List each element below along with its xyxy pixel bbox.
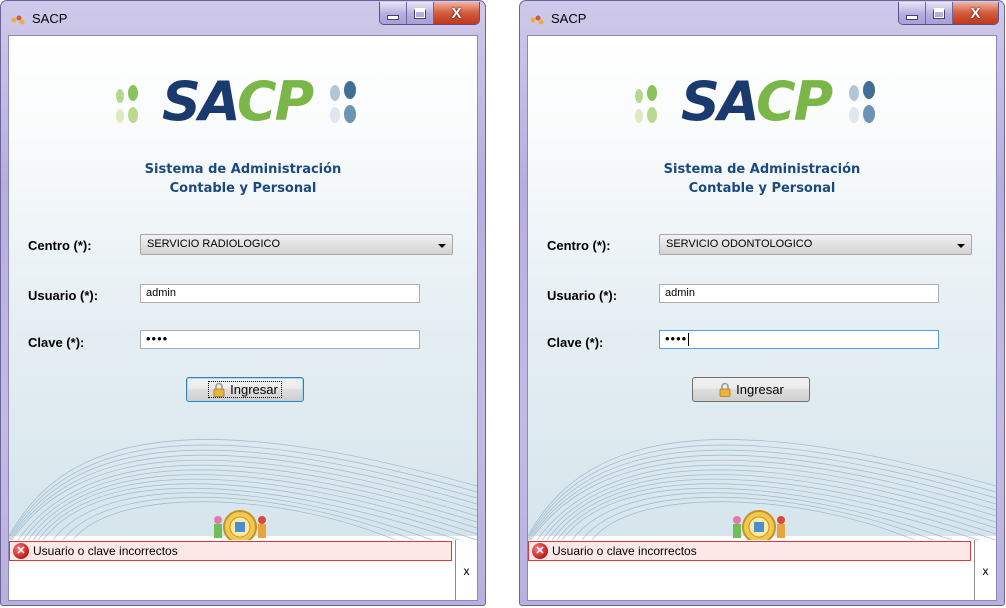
dismiss-message-button[interactable]: x — [974, 540, 996, 600]
lock-icon — [719, 382, 731, 397]
message-area: ✕ Usuario o clave incorrectos x — [528, 540, 996, 600]
close-window-button[interactable]: X — [953, 2, 998, 24]
maximize-button[interactable] — [926, 2, 953, 24]
clave-label: Clave (*): — [547, 335, 604, 350]
dropdown-arrow-icon — [438, 244, 446, 248]
error-message-text: Usuario o clave incorrectos — [33, 544, 178, 558]
error-message-bar: ✕ Usuario o clave incorrectos — [528, 541, 971, 561]
usuario-label: Usuario (*): — [547, 288, 618, 303]
ingresar-label: Ingresar — [736, 382, 784, 397]
close-window-button[interactable]: X — [434, 2, 479, 24]
centro-label: Centro (*): — [28, 238, 92, 253]
close-window-label: X — [970, 4, 981, 22]
subtitle-line-1: Sistema de Administración — [144, 162, 342, 177]
title-bar[interactable]: SACP X — [1, 1, 485, 35]
login-window-left: SACP X SACP Sistema de Administración Co… — [0, 0, 486, 606]
centro-dropdown[interactable]: SERVICIO RADIOLOGICO — [140, 234, 453, 255]
minimize-button[interactable] — [899, 2, 926, 24]
centro-selected-value: SERVICIO ODONTOLOGICO — [666, 238, 813, 250]
error-message-text: Usuario o clave incorrectos — [552, 544, 697, 558]
window-title: SACP — [551, 11, 587, 26]
text-caret — [688, 333, 690, 347]
clave-password-input[interactable]: •••• — [659, 330, 939, 349]
logo-prefix: SA — [681, 70, 758, 133]
minimize-button[interactable] — [380, 2, 407, 24]
centro-selected-value: SERVICIO RADIOLOGICO — [147, 238, 281, 250]
close-window-label: X — [451, 4, 462, 22]
usuario-value: admin — [146, 287, 176, 299]
usuario-input[interactable]: admin — [140, 284, 420, 303]
caption-buttons: X — [379, 2, 480, 25]
subtitle-line-2: Contable y Personal — [169, 181, 317, 196]
error-icon: ✕ — [13, 543, 29, 559]
dropdown-arrow-icon — [957, 244, 965, 248]
logo-wordmark: SACP — [681, 70, 833, 133]
dismiss-message-button[interactable]: x — [455, 540, 477, 600]
logo-wordmark: SACP — [162, 70, 314, 133]
clave-password-input[interactable]: •••• — [140, 330, 420, 349]
centro-dropdown[interactable]: SERVICIO ODONTOLOGICO — [659, 234, 972, 255]
maximize-button[interactable] — [407, 2, 434, 24]
window-title: SACP — [32, 11, 68, 26]
subtitle-line-1: Sistema de Administración — [663, 162, 861, 177]
error-message-bar: ✕ Usuario o clave incorrectos — [9, 541, 452, 561]
lock-icon — [213, 382, 225, 397]
dismiss-message-label: x — [982, 564, 989, 578]
sacp-logo: SACP — [635, 69, 889, 141]
login-window-right: SACP X SACP Sistema de Administración Co… — [519, 0, 1005, 606]
ingresar-button-content: Ingresar — [208, 381, 282, 398]
clave-masked-value: •••• — [146, 331, 169, 346]
ingresar-label: Ingresar — [230, 382, 278, 397]
login-panel: SACP Sistema de Administración Contable … — [8, 35, 478, 601]
ingresar-button[interactable]: Ingresar — [186, 377, 304, 402]
centro-label: Centro (*): — [547, 238, 611, 253]
app-icon — [530, 15, 544, 25]
usuario-input[interactable]: admin — [659, 284, 939, 303]
error-icon: ✕ — [532, 543, 548, 559]
usuario-value: admin — [665, 287, 695, 299]
clave-label: Clave (*): — [28, 335, 85, 350]
logo-suffix: CP — [237, 70, 314, 133]
logo-prefix: SA — [162, 70, 239, 133]
app-icon — [11, 15, 25, 25]
usuario-label: Usuario (*): — [28, 288, 99, 303]
message-area: ✕ Usuario o clave incorrectos x — [9, 540, 477, 600]
login-panel: SACP Sistema de Administración Contable … — [527, 35, 997, 601]
clave-masked-value: •••• — [665, 331, 688, 346]
logo-suffix: CP — [756, 70, 833, 133]
title-bar[interactable]: SACP X — [520, 1, 1004, 35]
ingresar-button[interactable]: Ingresar — [692, 377, 810, 402]
caption-buttons: X — [898, 2, 999, 25]
sacp-logo: SACP — [116, 69, 370, 141]
subtitle-line-2: Contable y Personal — [688, 181, 836, 196]
dismiss-message-label: x — [463, 564, 470, 578]
